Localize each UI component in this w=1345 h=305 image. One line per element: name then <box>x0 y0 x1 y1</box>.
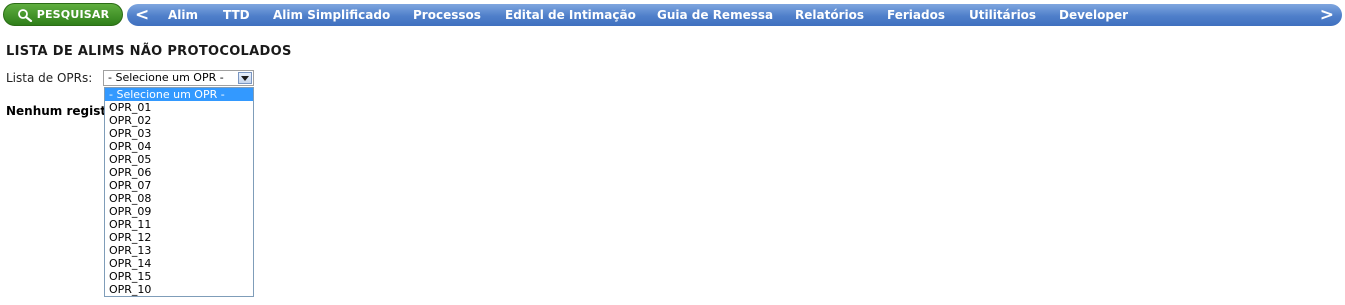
nav-item-developer[interactable]: Developer <box>1059 4 1128 26</box>
dropdown-option[interactable]: OPR_04 <box>105 140 253 153</box>
dropdown-option[interactable]: - Selecione um OPR - <box>105 88 253 101</box>
nav-item-alim[interactable]: Alim <box>168 4 198 26</box>
dropdown-option[interactable]: OPR_14 <box>105 257 253 270</box>
main-navbar: < Alim TTD Alim Simplificado Processos E… <box>127 4 1342 26</box>
opr-select[interactable]: - Selecione um OPR - <box>103 70 254 86</box>
dropdown-option[interactable]: OPR_07 <box>105 179 253 192</box>
nav-items: Alim TTD Alim Simplificado Processos Edi… <box>127 4 1342 26</box>
nav-item-relatorios[interactable]: Relatórios <box>795 4 864 26</box>
nav-item-utilitarios[interactable]: Utilitários <box>969 4 1036 26</box>
page-title: LISTA DE ALIMS NÃO PROTOCOLADOS <box>6 44 292 59</box>
nav-item-guia-de-remessa[interactable]: Guia de Remessa <box>657 4 773 26</box>
dropdown-option[interactable]: OPR_09 <box>105 205 253 218</box>
dropdown-option[interactable]: OPR_02 <box>105 114 253 127</box>
magnifier-icon <box>17 8 33 22</box>
search-button-label: PESQUISAR <box>36 8 110 21</box>
opr-dropdown-list[interactable]: - Selecione um OPR - OPR_01 OPR_02 OPR_03 OP… <box>104 87 254 297</box>
opr-select-value: - Selecione um OPR - <box>108 71 224 84</box>
opr-list-label: Lista de OPRs: <box>6 71 93 85</box>
dropdown-option[interactable]: OPR_12 <box>105 231 253 244</box>
dropdown-option[interactable]: OPR_08 <box>105 192 253 205</box>
nav-item-ttd[interactable]: TTD <box>223 4 250 26</box>
dropdown-option[interactable]: OPR_13 <box>105 244 253 257</box>
dropdown-option[interactable]: OPR_15 <box>105 270 253 283</box>
nav-item-feriados[interactable]: Feriados <box>887 4 945 26</box>
nav-item-alim-simplificado[interactable]: Alim Simplificado <box>273 4 390 26</box>
no-records-message: Nenhum regist <box>6 104 107 118</box>
chevron-down-icon[interactable] <box>238 72 252 84</box>
dropdown-option[interactable]: OPR_03 <box>105 127 253 140</box>
nav-item-edital-de-intimacao[interactable]: Edital de Intimação <box>505 4 636 26</box>
nav-item-processos[interactable]: Processos <box>413 4 481 26</box>
search-button[interactable]: PESQUISAR <box>3 3 123 26</box>
dropdown-option[interactable]: OPR_06 <box>105 166 253 179</box>
dropdown-option[interactable]: OPR_05 <box>105 153 253 166</box>
nav-next-arrow[interactable]: > <box>1320 5 1334 25</box>
dropdown-option[interactable]: OPR_11 <box>105 218 253 231</box>
dropdown-option[interactable]: OPR_10 <box>105 283 253 296</box>
dropdown-option[interactable]: OPR_01 <box>105 101 253 114</box>
